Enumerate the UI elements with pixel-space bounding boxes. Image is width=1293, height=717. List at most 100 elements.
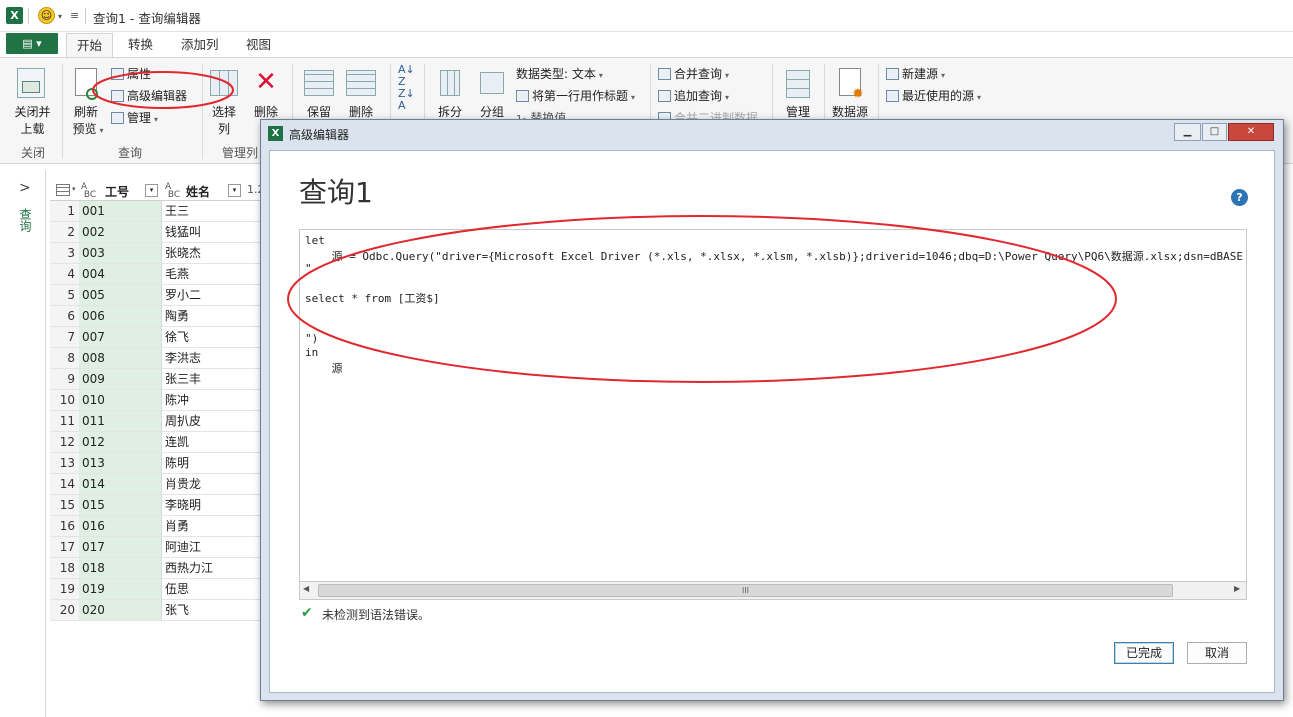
table-row[interactable]: 14 014 肖贵龙 xyxy=(50,474,270,495)
table-row[interactable]: 20 020 张飞 xyxy=(50,600,270,621)
cell-name[interactable]: 阿迪江 xyxy=(162,537,270,558)
help-icon[interactable]: ? xyxy=(1231,189,1248,206)
cell-name[interactable]: 连凯 xyxy=(162,432,270,453)
cell-name[interactable]: 张飞 xyxy=(162,600,270,621)
cell-name[interactable]: 西热力江 xyxy=(162,558,270,579)
tab-transform[interactable]: 转换 xyxy=(118,33,163,58)
merge-queries-label: 合并查询 xyxy=(674,67,723,81)
cell-id[interactable]: 009 xyxy=(79,369,162,390)
cell-id[interactable]: 006 xyxy=(79,306,162,327)
cell-name[interactable]: 李晓明 xyxy=(162,495,270,516)
tab-home[interactable]: 开始 xyxy=(66,33,114,58)
cell-id[interactable]: 015 xyxy=(79,495,162,516)
chevron-down-icon[interactable]: ▾ xyxy=(72,185,76,193)
grid-header: ▾ A BC 工号 ▾ A BC 姓名 ▾ 1.2 xyxy=(50,180,270,201)
cell-id[interactable]: 014 xyxy=(79,474,162,495)
column-header-id[interactable]: 工号 xyxy=(105,183,129,200)
column-filter-icon[interactable]: ▾ xyxy=(145,184,158,197)
cell-name[interactable]: 陈明 xyxy=(162,453,270,474)
cancel-button[interactable]: 取消 xyxy=(1187,642,1247,664)
table-row[interactable]: 18 018 西热力江 xyxy=(50,558,270,579)
table-row[interactable]: 5 005 罗小二 xyxy=(50,285,270,306)
table-row[interactable]: 16 016 肖勇 xyxy=(50,516,270,537)
smiley-feedback-icon[interactable]: ☺ xyxy=(38,7,55,24)
cell-name[interactable]: 毛燕 xyxy=(162,264,270,285)
table-row[interactable]: 13 013 陈明 xyxy=(50,453,270,474)
excel-icon[interactable]: X xyxy=(6,7,23,24)
cell-id[interactable]: 005 xyxy=(79,285,162,306)
chevron-down-icon[interactable]: ▾ xyxy=(58,12,62,21)
cell-name[interactable]: 罗小二 xyxy=(162,285,270,306)
cell-id[interactable]: 007 xyxy=(79,327,162,348)
table-row[interactable]: 11 011 周扒皮 xyxy=(50,411,270,432)
cell-name[interactable]: 伍思 xyxy=(162,579,270,600)
table-row[interactable]: 12 012 连凯 xyxy=(50,432,270,453)
cell-id[interactable]: 013 xyxy=(79,453,162,474)
recent-sources-button[interactable]: 最近使用的源 ▾ xyxy=(886,87,981,104)
cell-id[interactable]: 008 xyxy=(79,348,162,369)
maximize-button[interactable]: □ xyxy=(1202,123,1227,141)
table-row[interactable]: 1 001 王三 xyxy=(50,201,270,222)
cell-id[interactable]: 012 xyxy=(79,432,162,453)
scroll-left-icon[interactable]: ◀ xyxy=(303,584,309,593)
cell-id[interactable]: 004 xyxy=(79,264,162,285)
cell-name[interactable]: 陶勇 xyxy=(162,306,270,327)
new-source-button[interactable]: 新建源 ▾ xyxy=(886,65,945,82)
cell-id[interactable]: 010 xyxy=(79,390,162,411)
sort-ascending-icon[interactable]: A↓ Z xyxy=(398,64,415,88)
tab-add-column[interactable]: 添加列 xyxy=(171,33,229,58)
data-type-label: 数据类型: 文本 xyxy=(516,67,596,81)
close-button[interactable]: ✕ xyxy=(1228,123,1274,141)
expand-pane-icon[interactable]: > xyxy=(19,180,31,196)
cell-id[interactable]: 003 xyxy=(79,243,162,264)
cell-name[interactable]: 陈冲 xyxy=(162,390,270,411)
table-row[interactable]: 6 006 陶勇 xyxy=(50,306,270,327)
table-row[interactable]: 3 003 张晓杰 xyxy=(50,243,270,264)
cell-id[interactable]: 019 xyxy=(79,579,162,600)
cell-name[interactable]: 肖勇 xyxy=(162,516,270,537)
table-row[interactable]: 4 004 毛燕 xyxy=(50,264,270,285)
cell-name[interactable]: 周扒皮 xyxy=(162,411,270,432)
cell-id[interactable]: 018 xyxy=(79,558,162,579)
cell-name[interactable]: 张三丰 xyxy=(162,369,270,390)
append-queries-button[interactable]: 追加查询 ▾ xyxy=(658,87,729,104)
cell-id[interactable]: 011 xyxy=(79,411,162,432)
column-header-name[interactable]: 姓名 xyxy=(186,183,210,200)
text-type-icon[interactable]: A BC xyxy=(81,183,96,200)
cell-name[interactable]: 肖贵龙 xyxy=(162,474,270,495)
table-row[interactable]: 2 002 钱猛叫 xyxy=(50,222,270,243)
cell-name[interactable]: 张晓杰 xyxy=(162,243,270,264)
minimize-button[interactable]: ▁ xyxy=(1174,123,1201,141)
cell-id[interactable]: 002 xyxy=(79,222,162,243)
cell-id[interactable]: 020 xyxy=(79,600,162,621)
tab-view[interactable]: 视图 xyxy=(236,33,281,58)
cell-name[interactable]: 李洪志 xyxy=(162,348,270,369)
column-filter-icon[interactable]: ▾ xyxy=(228,184,241,197)
file-menu-button[interactable]: ▤ ▾ xyxy=(6,33,58,54)
table-row[interactable]: 8 008 李洪志 xyxy=(50,348,270,369)
table-row[interactable]: 19 019 伍思 xyxy=(50,579,270,600)
merge-queries-button[interactable]: 合并查询 ▾ xyxy=(658,65,729,82)
cell-id[interactable]: 017 xyxy=(79,537,162,558)
table-row[interactable]: 17 017 阿迪江 xyxy=(50,537,270,558)
cell-id[interactable]: 001 xyxy=(79,201,162,222)
done-button[interactable]: 已完成 xyxy=(1114,642,1174,664)
scroll-right-icon[interactable]: ▶ xyxy=(1234,584,1240,593)
cell-name[interactable]: 钱猛叫 xyxy=(162,222,270,243)
table-row[interactable]: 15 015 李晓明 xyxy=(50,495,270,516)
sort-descending-icon[interactable]: Z↓ A xyxy=(398,88,415,112)
scroll-thumb[interactable]: III xyxy=(318,584,1173,597)
first-row-header-button[interactable]: 将第一行用作标题 ▾ xyxy=(516,87,635,104)
table-menu-icon[interactable] xyxy=(56,184,70,196)
customize-qat-icon[interactable]: ≡ xyxy=(70,9,79,22)
table-row[interactable]: 9 009 张三丰 xyxy=(50,369,270,390)
cell-name[interactable]: 王三 xyxy=(162,201,270,222)
table-row[interactable]: 10 010 陈冲 xyxy=(50,390,270,411)
cell-id[interactable]: 016 xyxy=(79,516,162,537)
queries-pane-label[interactable]: 查询 xyxy=(18,208,32,232)
cell-name[interactable]: 徐飞 xyxy=(162,327,270,348)
data-type-dropdown[interactable]: 数据类型: 文本 ▾ xyxy=(516,65,603,82)
table-row[interactable]: 7 007 徐飞 xyxy=(50,327,270,348)
text-type-icon[interactable]: A BC xyxy=(165,183,180,200)
horizontal-scrollbar[interactable]: ◀ III ▶ xyxy=(299,581,1247,600)
